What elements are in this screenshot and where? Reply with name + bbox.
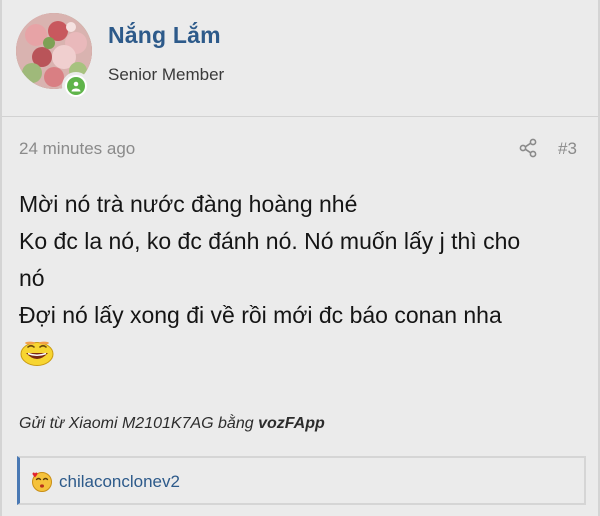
signature-app: vozFApp [258, 415, 325, 432]
post-signature: Gửi từ Xiaomi M2101K7AG bằng vozFApp [19, 415, 325, 433]
post-number[interactable]: #3 [558, 139, 577, 159]
user-title: Senior Member [108, 65, 225, 84]
post-card: Nắng Lắm Senior Member 24 minutes ago #3… [0, 0, 600, 516]
signature-prefix: Gửi từ Xiaomi M2101K7AG bằng [19, 415, 254, 432]
reaction-user-link[interactable]: chilaconclonev2 [59, 472, 180, 492]
emoji-line [19, 334, 587, 371]
post-line: Ko đc la nó, ko đc đánh nó. Nó muốn lấy … [19, 228, 521, 254]
kiss-emoji-icon [32, 472, 52, 492]
share-icon[interactable] [518, 138, 538, 158]
post-meta: 24 minutes ago #3 [2, 118, 598, 166]
laughing-smile-emoji-icon [20, 341, 54, 366]
post-body: Mời nó trà nước đàng hoàng nhé Ko đc la … [19, 186, 587, 371]
user-header: Nắng Lắm Senior Member [2, 0, 598, 117]
username[interactable]: Nắng Lắm [108, 22, 221, 49]
post-timestamp[interactable]: 24 minutes ago [19, 139, 135, 159]
post-line: Đợi nó lấy xong đi về rồi mới đc báo con… [19, 302, 502, 328]
reactions-bar[interactable]: chilaconclonev2 [17, 456, 586, 505]
post-line: Mời nó trà nước đàng hoàng nhé [19, 191, 358, 217]
post-line: nó [19, 265, 45, 291]
online-status-icon [62, 72, 90, 100]
